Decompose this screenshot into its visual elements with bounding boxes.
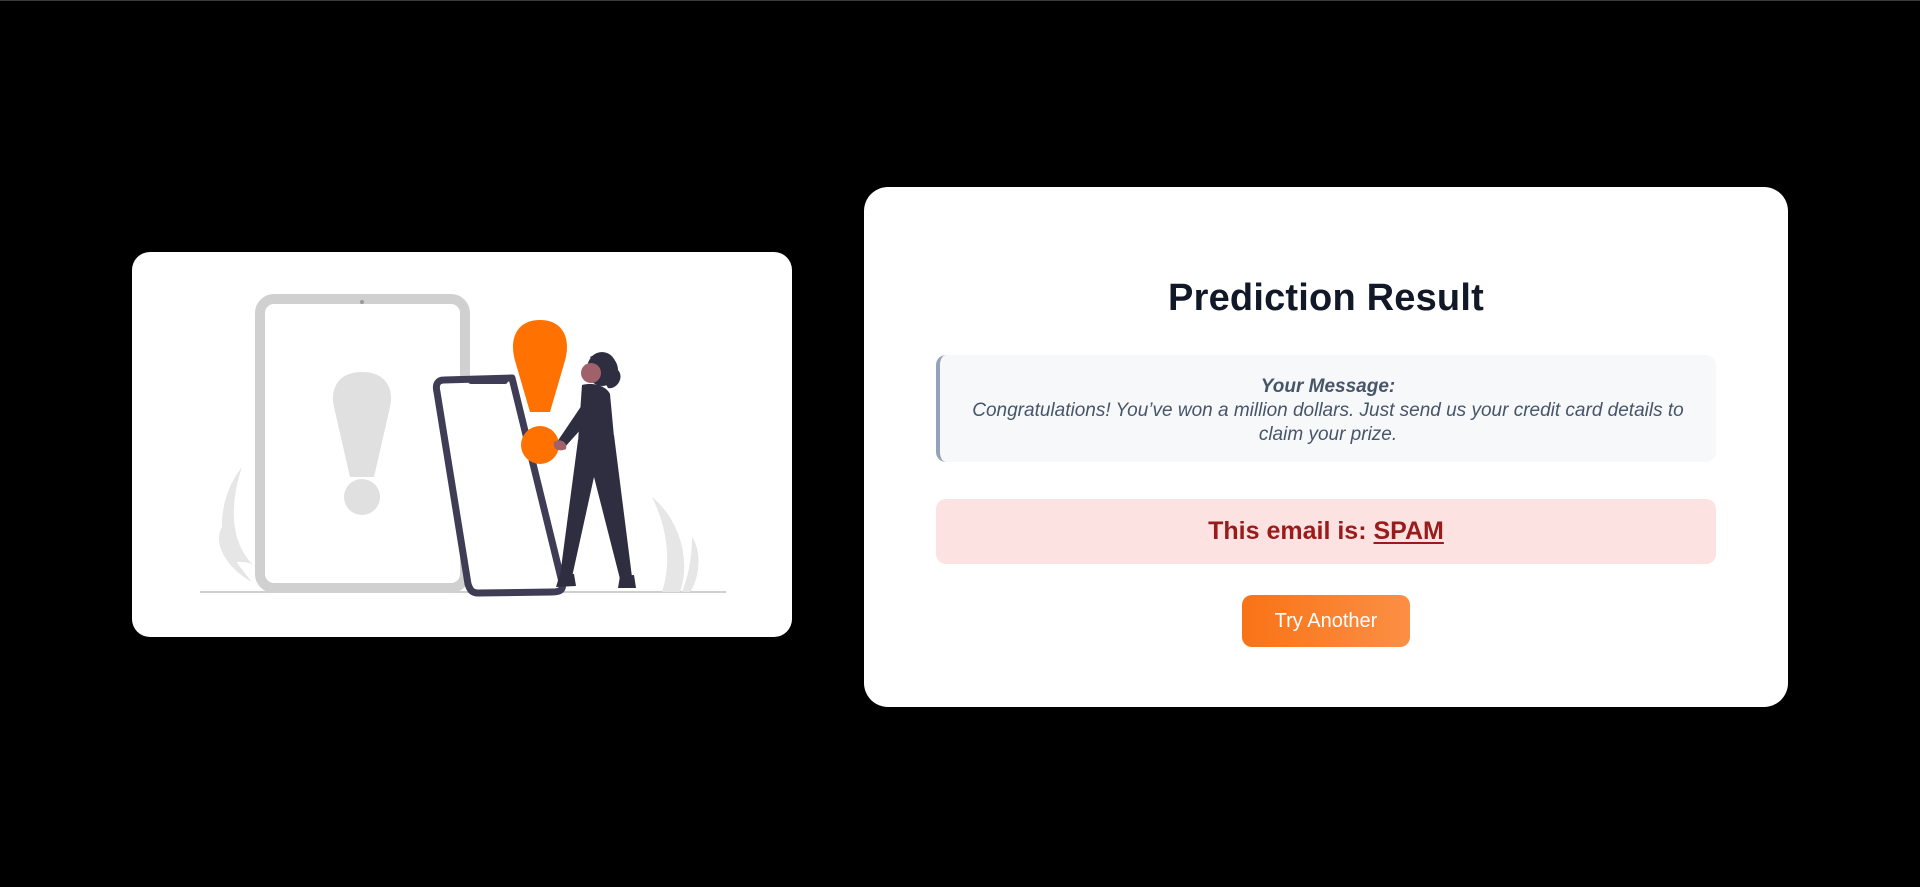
- try-another-button[interactable]: Try Another: [1242, 595, 1410, 647]
- message-text: Congratulations! You’ve won a million do…: [972, 400, 1684, 445]
- message-box: Your Message: Congratulations! You’ve wo…: [936, 355, 1716, 462]
- illustration-card: [132, 252, 792, 637]
- prediction-result-card: Prediction Result Your Message: Congratu…: [864, 187, 1788, 707]
- warning-exclamation-illustration-icon: [200, 294, 726, 597]
- verdict-prefix: This email is:: [1208, 517, 1367, 545]
- message-label: Your Message:: [1260, 376, 1396, 397]
- verdict-value: SPAM: [1373, 517, 1444, 545]
- verdict-box: This email is: SPAM: [936, 499, 1716, 564]
- page-title: Prediction Result: [1168, 277, 1484, 319]
- page: Prediction Result Your Message: Congratu…: [0, 0, 1920, 887]
